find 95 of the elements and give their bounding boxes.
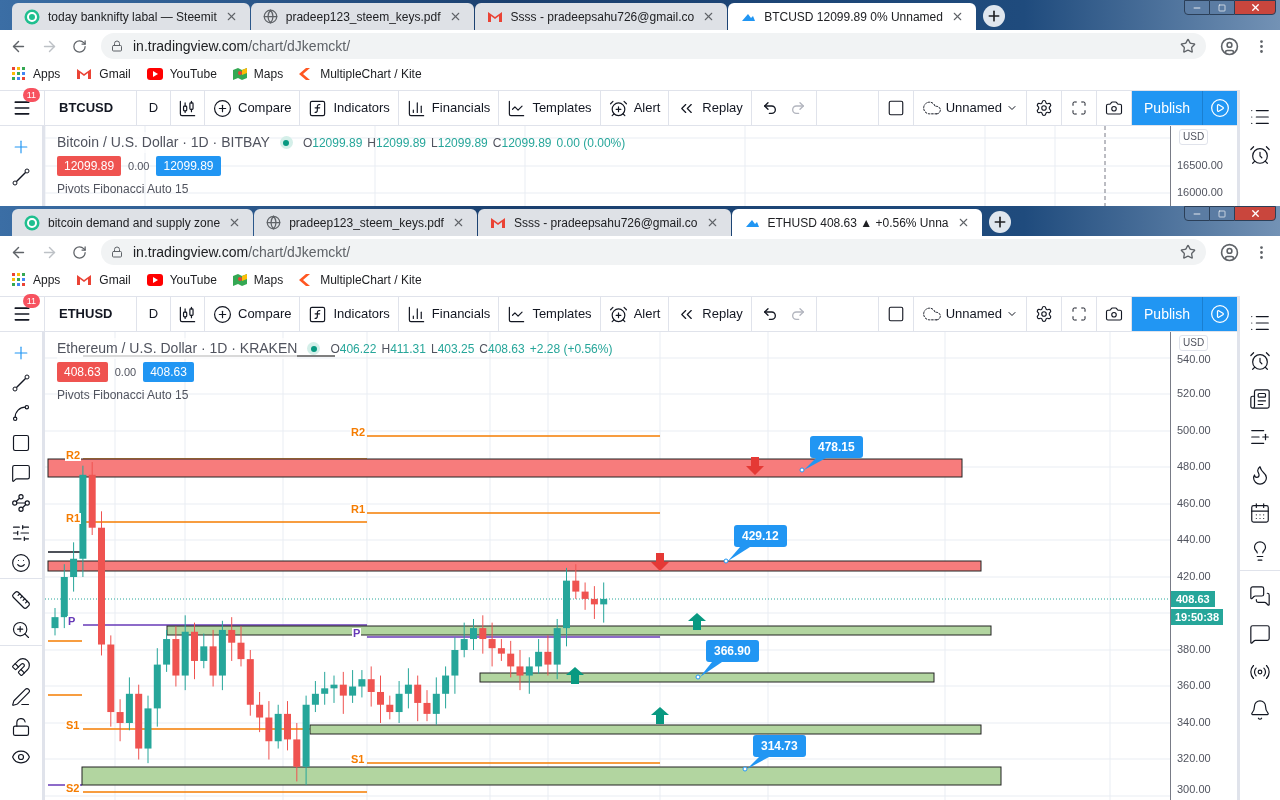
axis-tick-label: 16000.00 (1177, 187, 1223, 198)
chart-title: Ethereum / U.S. Dollar · 1D · KRAKEN (57, 338, 298, 359)
interval-button[interactable]: D (137, 297, 171, 331)
tab-title: BTCUSD 12099.89 0% Unnamed (764, 8, 943, 26)
symbol-button[interactable]: ETHUSD (45, 297, 137, 331)
ohlc-value: O406.22 (330, 340, 377, 358)
bookmark-link[interactable]: Gmail (76, 65, 131, 83)
spread-value: 0.00 (128, 158, 150, 174)
toolbar-button[interactable]: Alert (600, 91, 670, 125)
axis-tick-label: 380.00 (1177, 644, 1211, 655)
axis-tick-label: 440.00 (1177, 534, 1211, 545)
browser-tab[interactable]: pradeep123_steem_keys.pdf (250, 3, 474, 30)
browser-tab[interactable]: BTCUSD 12099.89 0% Unnamed (728, 3, 976, 30)
interval-button[interactable]: D (137, 91, 171, 125)
bookmark-link[interactable]: YouTube (146, 271, 217, 289)
tab-title: pradeep123_steem_keys.pdf (285, 8, 441, 26)
toolbar-button[interactable]: Indicators (300, 297, 399, 331)
tab-title: pradeep123_steem_keys.pdf (289, 214, 444, 232)
axis-tick-label: 500.00 (1177, 425, 1211, 436)
price-change: +2.28 (+0.56%) (529, 340, 613, 358)
axis-tick-label: 360.00 (1177, 680, 1211, 691)
url-path: /chart/dJkemckt/ (248, 37, 351, 54)
axis-tick-label: 320.00 (1177, 753, 1211, 764)
toolbar-button[interactable]: Alert (600, 297, 670, 331)
indicator-label: Pivots Fibonacci Auto 15 (57, 387, 190, 404)
browser-tab[interactable]: pradeep123_steem_keys.pdf (254, 209, 477, 236)
bookmark-link[interactable]: Maps (232, 271, 284, 289)
axis-tick-label: 340.00 (1177, 717, 1211, 728)
last-price-tag: 408.63 (1171, 591, 1215, 607)
tab-title: bitcoin demand and supply zone (48, 214, 221, 232)
bookmark-link[interactable]: Maps (232, 65, 284, 83)
browser-tab[interactable]: Ssss - pradeepsahu726@gmail.co (477, 209, 731, 236)
axis-tick-label: 16500.00 (1177, 160, 1223, 171)
address-field[interactable]: in.tradingview.com/chart/dJkemckt/ (101, 239, 1206, 265)
toolbar-button[interactable]: Templates (499, 91, 601, 125)
currency-badge: USD (1179, 335, 1209, 351)
pivot-label: R2 (350, 427, 367, 438)
url-host: in.tradingview.com (133, 37, 249, 54)
pivot-label: R2 (65, 450, 82, 461)
toolbar-button[interactable]: Indicators (300, 91, 399, 125)
toolbar-button[interactable]: Compare (205, 91, 301, 125)
tab-title: Ssss - pradeepsahu726@gmail.co (510, 8, 695, 26)
axis-tick-label: 520.00 (1177, 388, 1211, 399)
chart-title: Bitcoin / U.S. Dollar · 1D · BITBAY (57, 132, 270, 153)
axis-tick-label: 300.00 (1177, 784, 1211, 795)
pivot-label: S1 (65, 720, 81, 731)
layout-dropdown[interactable]: Unnamed (913, 297, 1027, 331)
pivot-label: S2 (65, 783, 81, 794)
tab-title: ETHUSD 408.63 ▲ +0.56% Unna (767, 214, 949, 232)
notification-badge: 11 (22, 294, 40, 308)
pivot-label: R1 (350, 504, 367, 515)
price-change: 0.00 (0.00%) (556, 134, 626, 152)
pivot-label: P (352, 628, 362, 639)
toolbar-button[interactable]: Compare (205, 297, 301, 331)
ohlc-value: C12099.89 (492, 134, 552, 152)
ohlc-value: O12099.89 (302, 134, 363, 152)
url-path: /chart/dJkemckt/ (248, 243, 351, 260)
ohlc-value: C408.63 (479, 340, 525, 358)
ohlc-value: L12099.89 (431, 134, 488, 152)
axis-tick-label: 460.00 (1177, 498, 1211, 509)
bookmark-link[interactable]: MultipleChart / Kite (299, 271, 422, 289)
bookmark-link[interactable]: Apps (12, 65, 61, 83)
countdown-tag: 19:50:38 (1171, 609, 1224, 625)
bookmark-link[interactable]: Gmail (76, 271, 131, 289)
pivot-label: R1 (65, 513, 82, 524)
ohlc-value: L403.25 (430, 340, 475, 358)
axis-tick-label: 540.00 (1177, 354, 1211, 365)
ohlc-value: H411.31 (381, 340, 426, 358)
symbol-button[interactable]: BTCUSD (45, 91, 137, 125)
layout-dropdown[interactable]: Unnamed (913, 91, 1027, 125)
bookmark-link[interactable]: Apps (12, 271, 61, 289)
toolbar-button[interactable]: Financials (398, 297, 500, 331)
bookmark-link[interactable]: MultipleChart / Kite (299, 65, 422, 83)
browser-tab[interactable]: today banknifty labal — Steemit (12, 3, 250, 30)
url-host: in.tradingview.com (133, 243, 249, 260)
spread-value: 0.00 (114, 364, 137, 380)
pivot-label: S1 (350, 754, 366, 765)
currency-badge: USD (1179, 129, 1209, 145)
axis-tick-label: 480.00 (1177, 461, 1211, 472)
toolbar-button[interactable]: Replay (669, 297, 752, 331)
toolbar-button[interactable]: Financials (398, 91, 500, 125)
tab-title: Ssss - pradeepsahu726@gmail.co (513, 214, 698, 232)
indicator-label: Pivots Fibonacci Auto 15 (57, 181, 190, 198)
browser-tab[interactable]: ETHUSD 408.63 ▲ +0.56% Unna (731, 209, 982, 236)
tab-title: today banknifty labal — Steemit (48, 8, 217, 26)
browser-tab[interactable]: bitcoin demand and supply zone (12, 209, 254, 236)
axis-tick-label: 420.00 (1177, 571, 1211, 582)
bookmark-link[interactable]: YouTube (146, 65, 217, 83)
browser-tab[interactable]: Ssss - pradeepsahu726@gmail.co (474, 3, 728, 30)
toolbar-button[interactable]: Replay (669, 91, 752, 125)
pivot-label: P (67, 616, 77, 627)
notification-badge: 11 (22, 88, 40, 102)
toolbar-button[interactable]: Templates (499, 297, 601, 331)
address-field[interactable]: in.tradingview.com/chart/dJkemckt/ (101, 33, 1206, 59)
ohlc-value: H12099.89 (367, 134, 427, 152)
